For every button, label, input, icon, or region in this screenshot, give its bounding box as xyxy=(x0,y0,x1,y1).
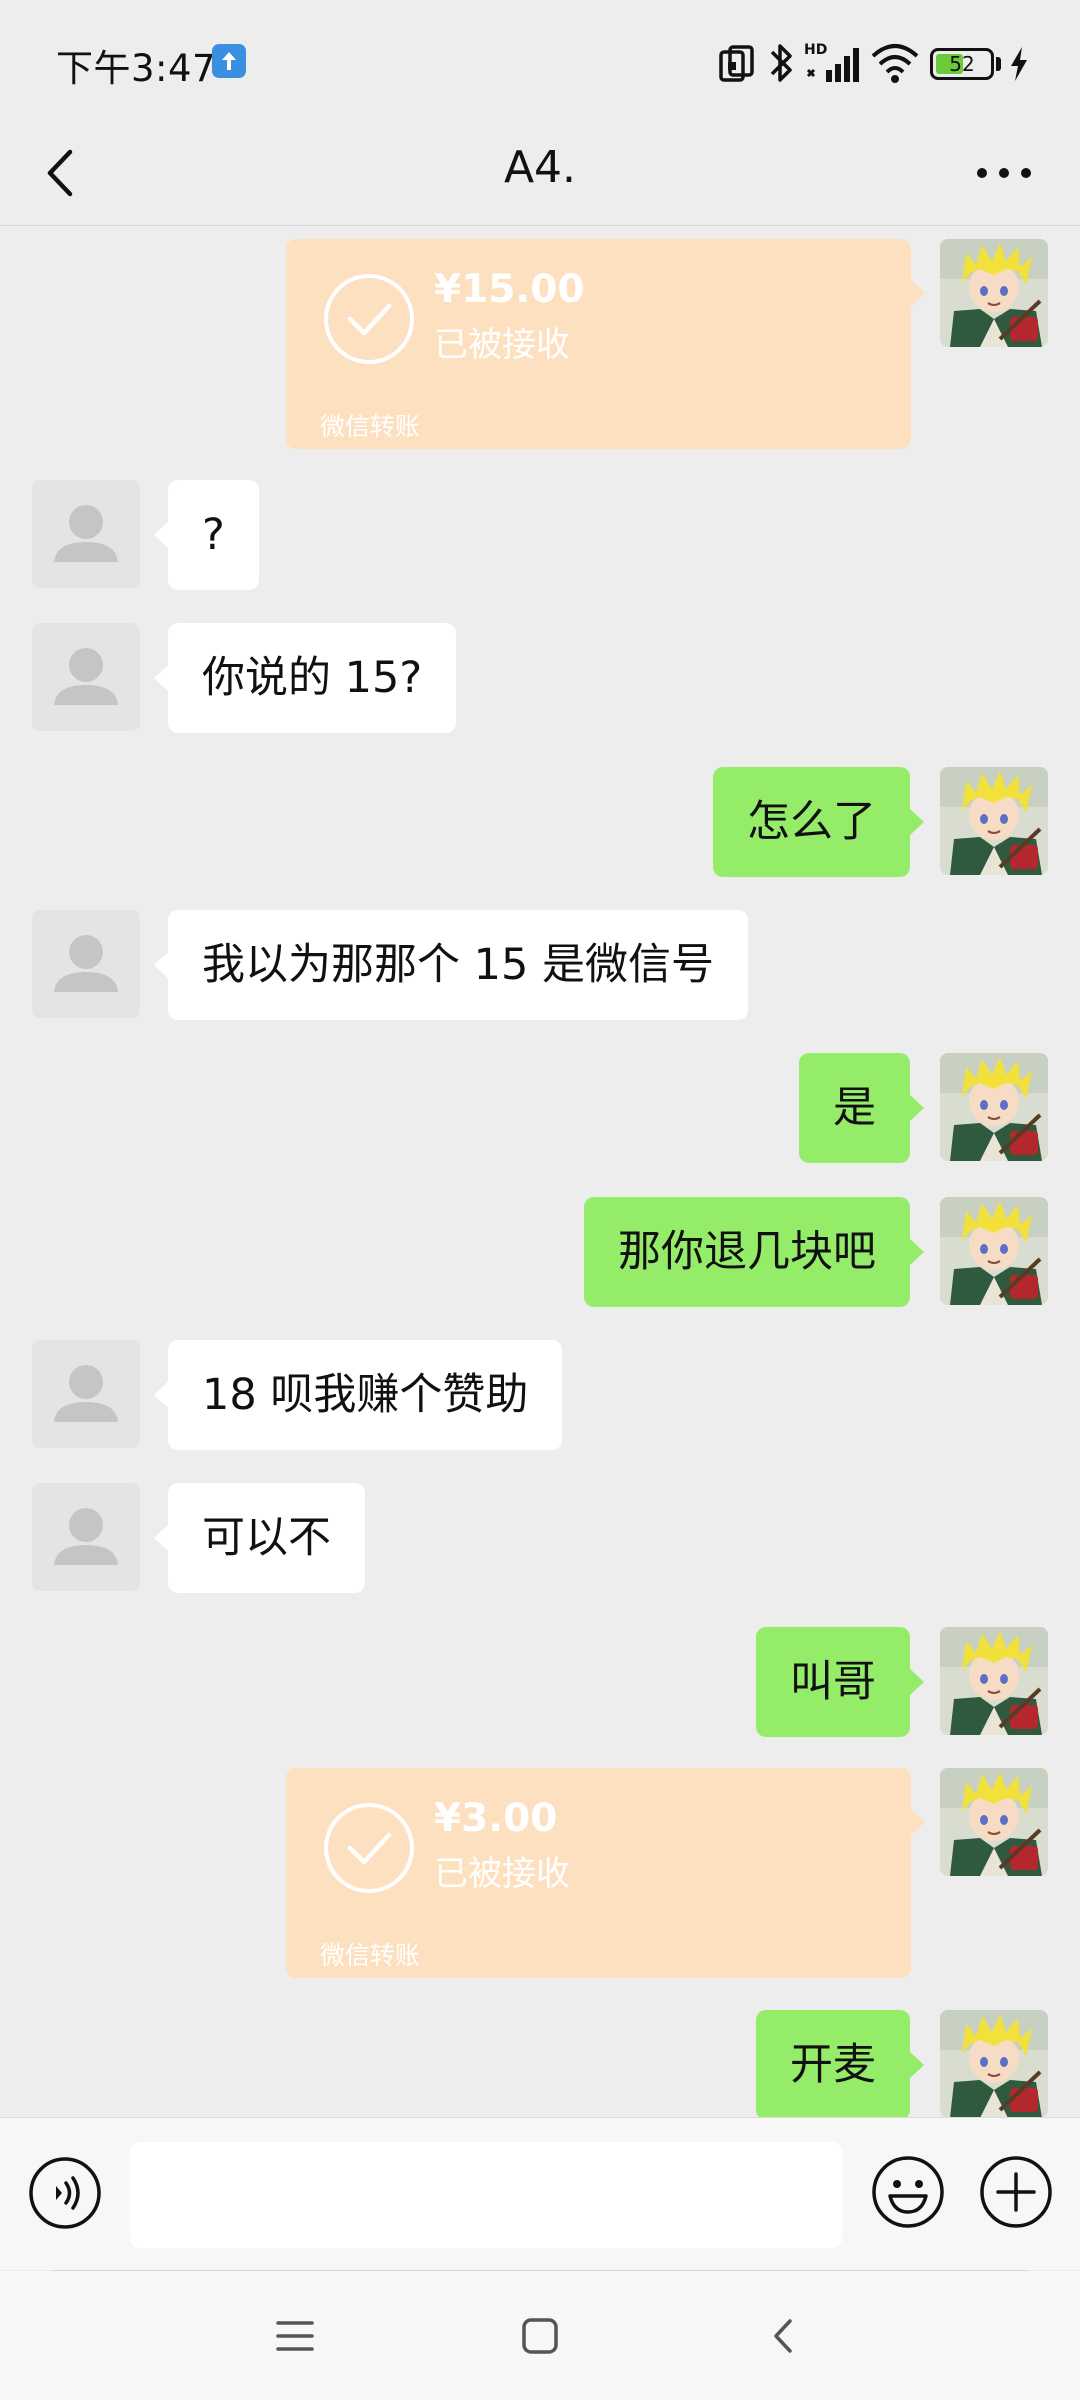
contact-avatar[interactable] xyxy=(32,910,140,1018)
menu-icon[interactable] xyxy=(270,2311,320,2361)
my-avatar[interactable] xyxy=(940,1197,1048,1305)
back-icon[interactable] xyxy=(760,2311,810,2361)
home-icon[interactable] xyxy=(515,2311,565,2361)
my-avatar[interactable] xyxy=(940,767,1048,875)
my-avatar[interactable] xyxy=(940,2010,1048,2117)
message-input[interactable] xyxy=(130,2142,842,2248)
message-list[interactable]: ¥15.00 已被接收 微信转账 ? 你说的 15? 怎么了 我以为那那个 15… xyxy=(0,227,1080,2117)
received-message[interactable]: ? xyxy=(154,480,259,590)
system-navigation-bar xyxy=(0,2271,1080,2400)
hd-signal-icon: HD xyxy=(804,42,859,82)
received-message[interactable]: 我以为那那个 15 是微信号 xyxy=(153,910,749,1020)
my-avatar[interactable] xyxy=(940,239,1048,347)
sent-message[interactable]: 叫哥 xyxy=(756,1627,924,1737)
voice-icon[interactable] xyxy=(28,2156,102,2230)
svg-text:HD: HD xyxy=(804,42,827,58)
my-avatar[interactable] xyxy=(940,1627,1048,1735)
sent-message[interactable]: 怎么了 xyxy=(713,767,924,877)
more-button[interactable] xyxy=(964,138,1044,208)
contact-avatar[interactable] xyxy=(32,1340,140,1448)
chat-title: A4. xyxy=(503,142,577,193)
emoji-icon[interactable] xyxy=(870,2154,946,2230)
nfc-icon xyxy=(719,45,754,82)
charging-icon xyxy=(1011,47,1027,81)
plus-icon[interactable] xyxy=(978,2154,1054,2230)
check-circle-icon xyxy=(322,272,416,366)
received-message[interactable]: 可以不 xyxy=(154,1483,365,1593)
battery-icon: 52 xyxy=(930,48,994,80)
transfer-label: 微信转账 xyxy=(320,412,421,441)
transfer-card[interactable]: ¥15.00 已被接收 微信转账 xyxy=(286,239,925,449)
transfer-status: 已被接收 xyxy=(434,1854,570,1894)
more-dots-icon xyxy=(977,168,1031,178)
bluetooth-icon xyxy=(770,44,792,82)
transfer-amount: ¥15.00 xyxy=(434,267,585,312)
contact-avatar[interactable] xyxy=(32,480,140,588)
input-bar xyxy=(0,2117,1080,2270)
received-message[interactable]: 18 呗我赚个赞助 xyxy=(153,1340,563,1450)
sent-message[interactable]: 是 xyxy=(799,1053,924,1163)
transfer-card[interactable]: ¥3.00 已被接收 微信转账 xyxy=(286,1768,925,1978)
upload-notification-icon xyxy=(212,44,246,78)
my-avatar[interactable] xyxy=(940,1768,1048,1876)
battery-nub xyxy=(996,57,1001,71)
chat-header: A4. xyxy=(0,120,1080,226)
check-circle-icon xyxy=(322,1801,416,1895)
status-time: 下午3:47 xyxy=(56,47,217,90)
status-bar: 下午3:47 HD 52 xyxy=(0,0,1080,120)
contact-avatar[interactable] xyxy=(32,623,140,731)
battery-level: 52 xyxy=(949,52,975,76)
transfer-status: 已被接收 xyxy=(434,325,570,365)
contact-avatar[interactable] xyxy=(32,1483,140,1591)
transfer-amount: ¥3.00 xyxy=(434,1796,558,1841)
my-avatar[interactable] xyxy=(940,1053,1048,1161)
wifi-icon xyxy=(871,44,919,83)
sent-message[interactable]: 开麦 xyxy=(756,2010,924,2117)
transfer-label: 微信转账 xyxy=(320,1941,421,1970)
sent-message[interactable]: 那你退几块吧 xyxy=(584,1197,924,1307)
received-message[interactable]: 你说的 15? xyxy=(153,623,457,733)
